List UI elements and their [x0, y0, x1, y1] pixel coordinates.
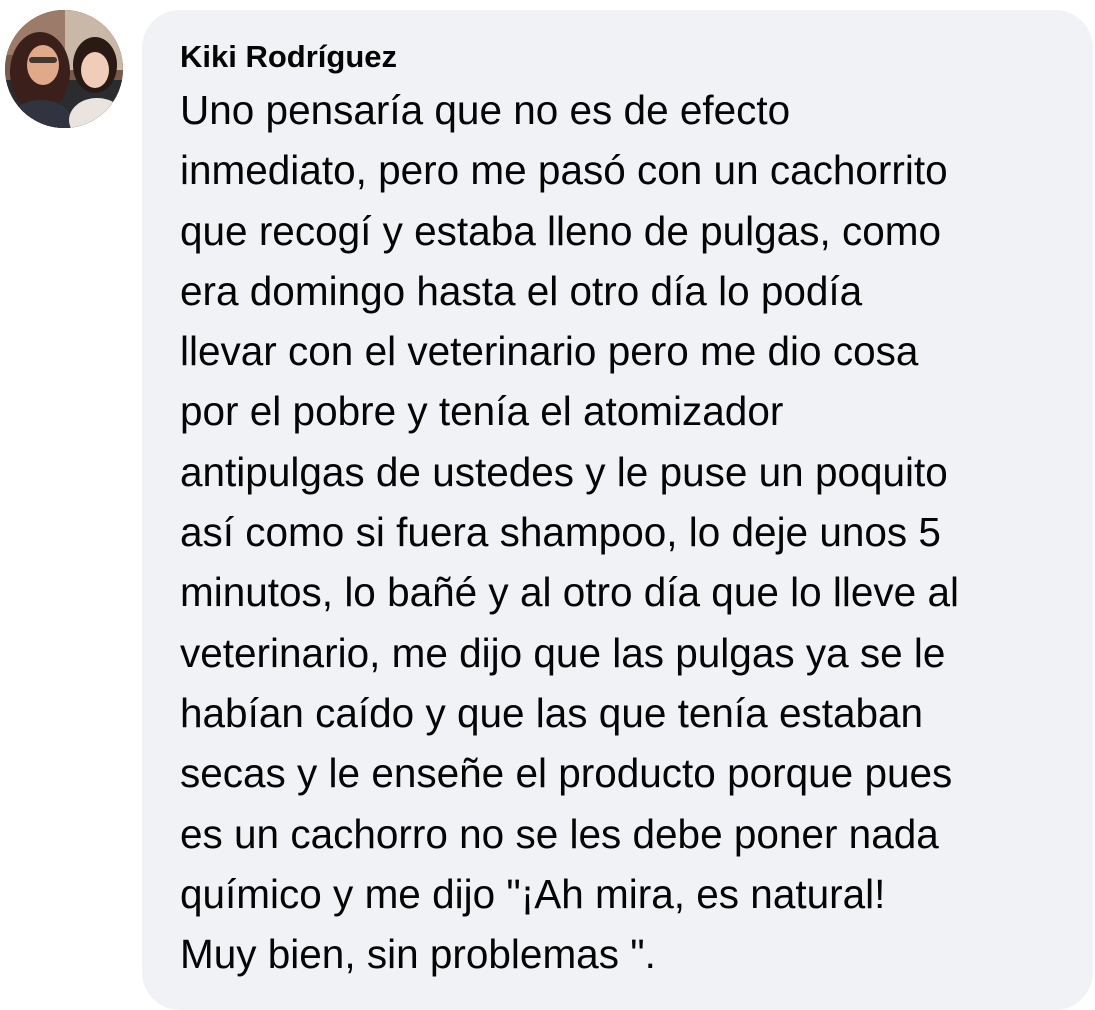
avatar[interactable] — [5, 10, 123, 128]
comment-line: minutos, lo bañé y al otro día que lo ll… — [180, 569, 959, 616]
comment-bubble: Kiki Rodríguez Uno pensaría que no es de… — [142, 10, 1093, 1010]
comment-line: veterinario, me dijo que las pulgas ya s… — [180, 629, 946, 676]
comment-line: antipulgas de ustedes y le puse un poqui… — [180, 448, 948, 495]
comment-line: así como si fuera shampoo, lo deje unos … — [180, 509, 941, 556]
comment-line: habían caído y que las que tenía estaban — [180, 689, 924, 736]
comment-line: es un cachorro no se les debe poner nada — [180, 810, 939, 857]
comment-line: químico y me dijo "¡Ah mira, es natural! — [180, 870, 886, 917]
comment-line: llevar con el veterinario pero me dio co… — [180, 328, 919, 375]
comment-text: Uno pensaría que no es de efecto inmedia… — [180, 80, 1063, 984]
comment-line: Uno pensaría que no es de efecto — [180, 87, 791, 133]
comment-line: secas y le enseñe el producto porque pue… — [180, 750, 953, 797]
comment-line: por el pobre y tenía el atomizador — [180, 388, 784, 435]
comment-line: era domingo hasta el otro día lo podía — [180, 267, 863, 314]
comment-line: que recogí y estaba lleno de pulgas, com… — [180, 207, 941, 254]
comment-author[interactable]: Kiki Rodríguez — [180, 34, 1063, 80]
comment-line: inmediato, pero me pasó con un cachorrit… — [180, 147, 948, 194]
comment-line: Muy bien, sin problemas ". — [180, 931, 656, 978]
profile-photo-icon — [5, 10, 123, 128]
